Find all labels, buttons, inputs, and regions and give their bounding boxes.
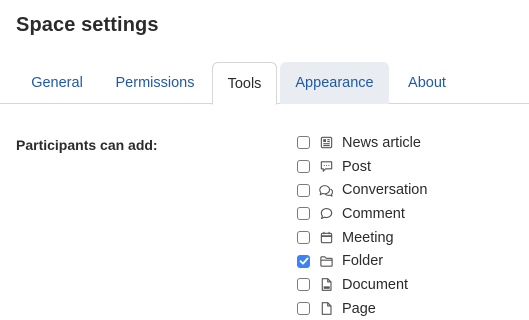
post-checkbox[interactable]	[297, 160, 310, 174]
news-article-label: News article	[342, 134, 421, 151]
conversation-icon	[318, 182, 334, 198]
folder-checkbox[interactable]	[297, 254, 310, 268]
news-article-checkbox[interactable]	[297, 136, 310, 150]
page-title: Space settings	[16, 14, 159, 36]
tab-permissions[interactable]: Permissions	[104, 62, 206, 104]
page-label: Page	[342, 300, 376, 317]
calendar-icon	[318, 230, 334, 246]
comment-icon	[318, 206, 334, 222]
tab-appearance[interactable]: Appearance	[280, 62, 389, 104]
tab-bar: General Permissions Tools Appearance Abo…	[0, 62, 529, 105]
option-post[interactable]: Post	[297, 155, 427, 179]
participants-can-add-label: Participants can add:	[16, 137, 158, 153]
conversation-label: Conversation	[342, 182, 428, 199]
newspaper-icon	[318, 135, 334, 151]
comment-checkbox[interactable]	[297, 207, 310, 221]
document-checkbox[interactable]	[297, 278, 310, 292]
option-comment[interactable]: Comment	[297, 202, 427, 226]
tab-about[interactable]: About	[394, 62, 460, 104]
folder-icon	[318, 253, 334, 269]
meeting-label: Meeting	[342, 229, 394, 246]
option-document[interactable]: Document	[297, 273, 427, 297]
tab-tools[interactable]: Tools	[212, 62, 277, 105]
option-page[interactable]: Page	[297, 297, 427, 320]
option-news-article[interactable]: News article	[297, 131, 427, 155]
page-checkbox[interactable]	[297, 302, 310, 316]
folder-label: Folder	[342, 253, 384, 270]
tool-options-list: News article Post Conversation Comment M…	[297, 131, 427, 320]
comment-label: Comment	[342, 205, 405, 222]
conversation-checkbox[interactable]	[297, 183, 310, 197]
speech-bubble-icon	[318, 159, 334, 175]
document-label: Document	[342, 276, 409, 293]
post-label: Post	[342, 158, 372, 175]
tab-general[interactable]: General	[16, 62, 98, 104]
document-icon	[318, 277, 334, 293]
option-conversation[interactable]: Conversation	[297, 178, 427, 202]
option-folder[interactable]: Folder	[297, 249, 427, 273]
page-icon	[318, 301, 334, 317]
meeting-checkbox[interactable]	[297, 231, 310, 245]
option-meeting[interactable]: Meeting	[297, 226, 427, 250]
